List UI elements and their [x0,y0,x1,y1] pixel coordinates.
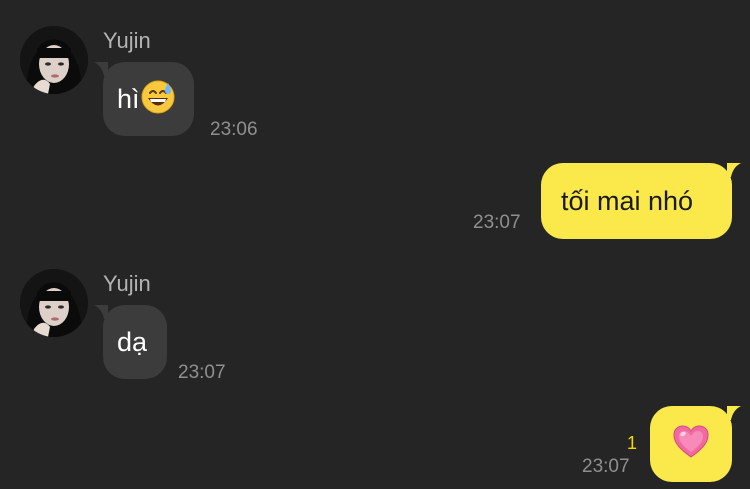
bubble-tail [727,163,741,177]
sender-name: Yujin [103,28,151,53]
message-bubble-outgoing[interactable] [650,406,741,482]
message-bubble-incoming[interactable]: hì [94,62,194,136]
message-timestamp: 23:06 [210,119,258,140]
bubble-tail [727,406,741,420]
sender-name: Yujin [103,271,151,296]
unread-count: 1 [627,433,638,453]
message-timestamp: 23:07 [473,212,521,233]
grinning-sweat-icon [140,79,176,120]
bubble-tail [94,62,108,76]
message-bubble-outgoing[interactable]: tối mai nhó [541,163,741,239]
message-timestamp: 23:07 [582,456,630,477]
message-text: hì [117,83,140,114]
pink-heart-icon [672,424,710,465]
bubble-tail [94,305,108,319]
sender-avatar[interactable] [20,26,88,94]
message-timestamp: 23:07 [178,362,226,383]
message-text: dạ [117,326,148,357]
sender-avatar[interactable] [20,269,88,337]
message-text: tối mai nhó [561,185,694,216]
message-bubble-incoming[interactable]: dạ [94,305,167,379]
